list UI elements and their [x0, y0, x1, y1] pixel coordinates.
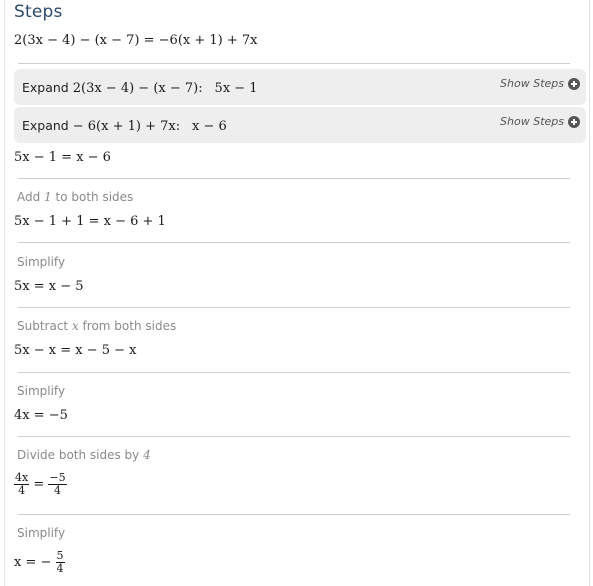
step-result-5: 4x 4 = −5 4 [14, 471, 67, 497]
expand-word: Expand [22, 118, 69, 133]
fraction-lhs: 4x 4 [14, 471, 30, 497]
original-equation: 2(3x − 4) − (x − 7) = −6(x + 1) + 7x [14, 33, 258, 48]
expand-word: Expand [22, 80, 69, 95]
divider [18, 372, 570, 373]
divider [18, 436, 570, 437]
expand-label-1: Expand 2(3x − 4) − (x − 7): 5x − 1 [22, 80, 258, 96]
step-result-1: 5x − 1 + 1 = x − 6 + 1 [14, 214, 166, 229]
expand-result: x − 6 [192, 119, 227, 134]
step-label-3: Subtract x from both sides [17, 319, 177, 333]
divider [18, 307, 570, 308]
divider [18, 242, 570, 243]
page-title: Steps [14, 2, 63, 22]
step-label-2: Simplify [17, 255, 66, 269]
step-result-4: 4x = −5 [14, 408, 68, 423]
expanded-equation: 5x − 1 = x − 6 [14, 150, 111, 165]
expand-label-2: Expand − 6(x + 1) + 7x: x − 6 [22, 118, 227, 134]
fraction-answer: 54 [55, 549, 65, 575]
expand-result: 5x − 1 [214, 81, 258, 96]
show-steps-button-1[interactable]: Show Steps [500, 77, 580, 90]
step-label-4: Simplify [17, 384, 66, 398]
show-steps-label: Show Steps [500, 77, 564, 90]
expand-expression: − 6(x + 1) + 7x: [72, 119, 181, 134]
fraction-rhs: −5 4 [48, 471, 67, 497]
expand-box-1: Expand 2(3x − 4) − (x − 7): 5x − 1 Show … [14, 69, 586, 105]
step-label-6: Simplify [17, 526, 66, 540]
step-result-3: 5x − x = x − 5 − x [14, 343, 137, 358]
show-steps-button-2[interactable]: Show Steps [500, 115, 580, 128]
plus-circle-icon [568, 77, 580, 90]
divider [18, 178, 570, 179]
step-label-5: Divide both sides by 4 [17, 448, 151, 462]
divider [18, 514, 570, 515]
step-result-2: 5x = x − 5 [14, 279, 84, 294]
final-answer: x = − 54 [14, 549, 65, 575]
plus-circle-icon [568, 115, 580, 128]
divider [18, 63, 570, 64]
expand-box-2: Expand − 6(x + 1) + 7x: x − 6 Show Steps [14, 107, 586, 143]
expand-expression: 2(3x − 4) − (x − 7): [72, 81, 203, 96]
step-label-1: Add 1 to both sides [17, 190, 134, 204]
show-steps-label: Show Steps [500, 115, 564, 128]
